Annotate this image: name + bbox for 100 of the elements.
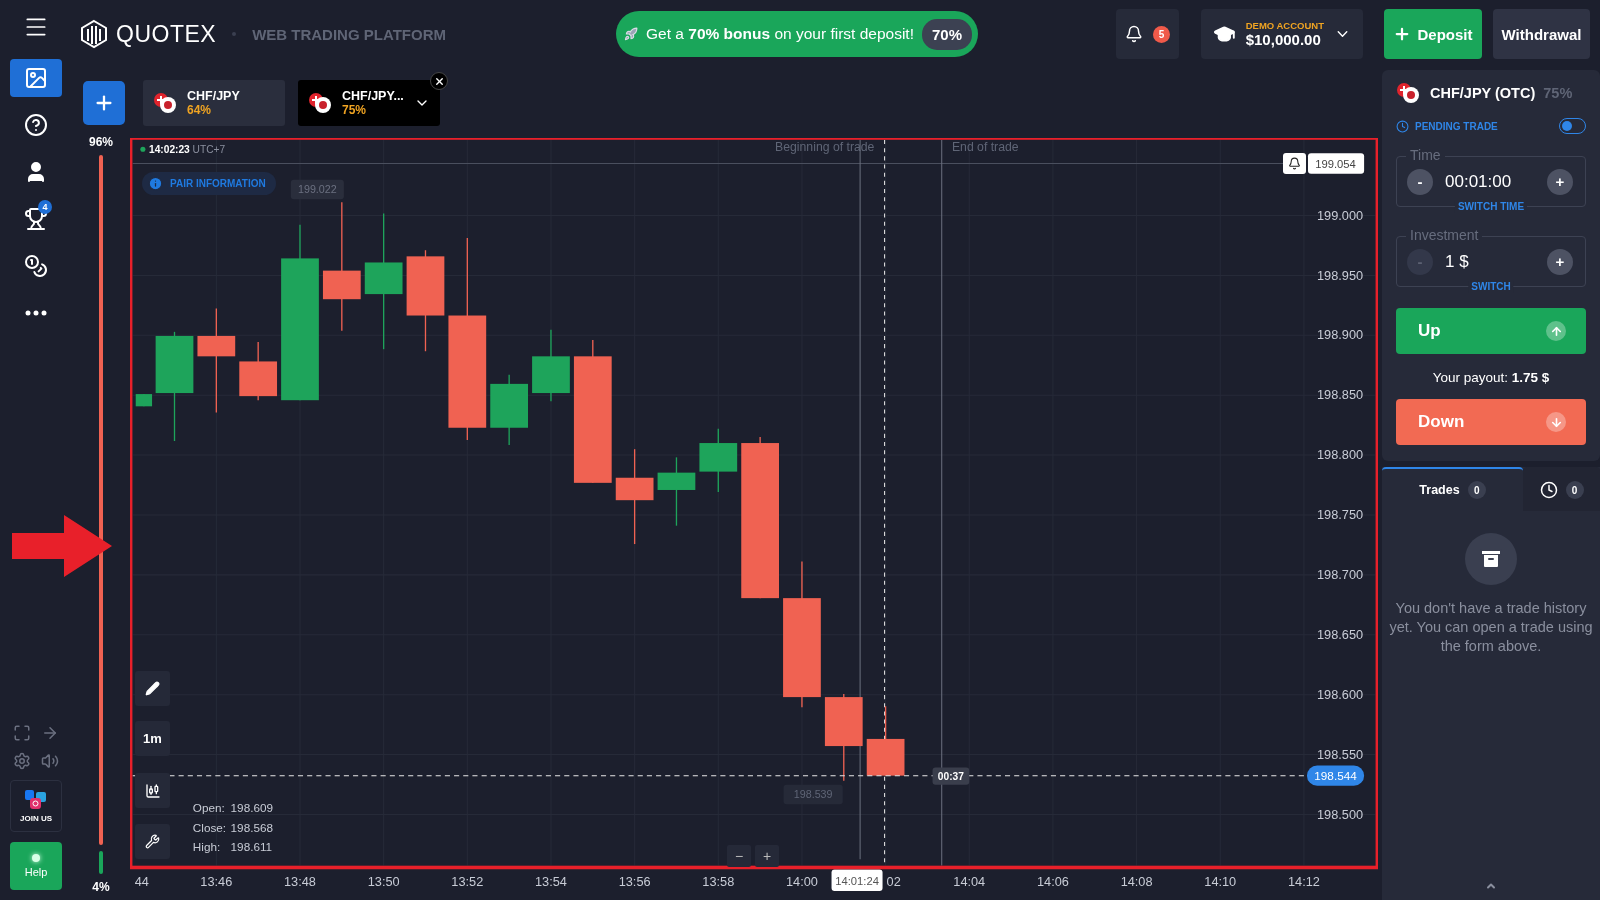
candlestick-icon	[144, 782, 161, 799]
speaker-icon[interactable]	[41, 752, 59, 770]
y-axis-label: 198.850	[1317, 387, 1364, 403]
field-value: 1 $	[1445, 251, 1470, 272]
ohlc-label: Close:	[192, 820, 227, 834]
plus-button[interactable]: +	[1547, 248, 1573, 275]
ohlc-value: 198.568	[230, 820, 273, 834]
count-badge: 5	[1153, 25, 1170, 43]
x-axis-label: 14:06	[1037, 873, 1069, 889]
settings-icon[interactable]	[13, 752, 31, 770]
account-selector[interactable]: DEMO ACCOUNT $10,000.00	[1201, 9, 1363, 59]
promo-banner[interactable]: Get a 70% bonus on your first deposit! 70%	[616, 11, 978, 57]
x-axis-label: 14:00	[786, 873, 818, 889]
help-icon	[24, 113, 48, 137]
trade-end-label: End of trade	[951, 140, 1019, 155]
empty-message: You don't have a trade history yet. You can open a trade using the form above.	[1388, 599, 1594, 657]
live-dot-icon	[140, 146, 146, 152]
flag-icon	[1396, 82, 1422, 104]
y-axis-label: 198.750	[1317, 507, 1364, 523]
clock-icon	[1539, 481, 1558, 499]
arrow-up-icon	[1546, 321, 1566, 341]
flag-icon	[153, 92, 179, 114]
ohlc-value: 198.609	[230, 801, 273, 815]
ohlc-value: 198.611	[230, 840, 273, 854]
candle	[657, 456, 696, 527]
account-balance: $10,000.00	[1245, 31, 1321, 48]
y-axis-label: 198.600	[1317, 686, 1364, 702]
price-label: 199.022	[290, 179, 344, 200]
count-badge: 0	[1467, 481, 1486, 499]
social-icons-drawing	[24, 789, 48, 811]
nav-button[interactable]: 4	[10, 200, 62, 238]
bell-icon	[1288, 157, 1301, 170]
trades-tab[interactable]: 0	[1523, 467, 1600, 511]
y-axis-label: 199.000	[1317, 207, 1364, 223]
switch-link[interactable]: SWITCH	[1468, 281, 1514, 293]
payout-percent: 75%	[1543, 85, 1573, 101]
logo-icon	[80, 19, 108, 49]
y-axis-label: 198.900	[1317, 327, 1364, 343]
pencil-icon	[145, 681, 160, 696]
zoom-button[interactable]: +	[755, 845, 779, 867]
chart-clock: 14:02:23 UTC+7	[149, 144, 226, 156]
platform-subtitle: WEB TRADING PLATFORM	[252, 25, 446, 43]
plus-button[interactable]: +	[1547, 168, 1573, 195]
chart-type-button[interactable]	[135, 773, 170, 808]
asset-tab[interactable]: CHF/JPY 64%	[143, 80, 285, 126]
asset-tab[interactable]: CHF/JPY... 75%	[298, 80, 440, 126]
x-axis-label: 44	[134, 873, 149, 889]
payout-text: Your payout: 1.75 $	[1431, 370, 1551, 385]
draw-button[interactable]	[135, 671, 170, 706]
switch-link[interactable]: SWITCH TIME	[1454, 201, 1528, 213]
withdrawal-button[interactable]: Withdrawal	[1493, 9, 1590, 59]
bonus-badge: 70%	[921, 18, 972, 50]
y-axis-label: 198.650	[1317, 626, 1364, 642]
tools-button[interactable]	[135, 824, 170, 859]
alert-button[interactable]	[1283, 153, 1306, 174]
ohlc-label: Open:	[192, 801, 225, 815]
info-icon	[148, 176, 163, 191]
y-axis-label: 198.500	[1317, 806, 1364, 822]
candle	[239, 341, 278, 401]
flag-icon	[308, 92, 334, 114]
more-icon	[25, 310, 47, 316]
price-label: 199.054	[1308, 153, 1365, 174]
x-axis-label: 02	[886, 873, 901, 889]
join-us-button[interactable]: JOIN US	[10, 780, 62, 832]
y-axis-label: 198.550	[1317, 746, 1364, 762]
y-axis-label: 198.700	[1317, 566, 1364, 582]
y-axis-label: 198.800	[1317, 447, 1364, 463]
account-type: DEMO ACCOUNT	[1245, 20, 1324, 31]
up-percentage: 96%	[89, 135, 113, 149]
price-label: 198.539	[783, 784, 843, 805]
x-axis-label: 13:48	[284, 873, 316, 889]
x-axis-label: 14:12	[1287, 873, 1320, 889]
x-axis-label: 13:50	[367, 873, 400, 889]
trade-start-label: Beginning of trade	[775, 140, 875, 155]
clock-icon	[1396, 119, 1409, 133]
count-badge: 4	[38, 200, 52, 214]
picture-icon	[24, 66, 48, 90]
zoom-button[interactable]: −	[727, 845, 751, 867]
count-badge: 0	[1565, 481, 1584, 499]
arrow-icon	[12, 515, 112, 577]
minus-button[interactable]: -	[1407, 168, 1433, 195]
y-axis-label: 198.950	[1317, 267, 1364, 283]
x-axis-label: 14:10	[1204, 873, 1237, 889]
x-axis-label: 13:52	[451, 873, 484, 889]
asset-name: CHF/JPY (OTC)	[1430, 85, 1536, 101]
current-price-label: 198.544	[1306, 765, 1365, 786]
add-asset-button[interactable]	[83, 81, 125, 125]
brand-name: QUOTEX	[116, 20, 217, 48]
close-button[interactable]	[430, 72, 448, 90]
arrow-down-icon	[1546, 412, 1566, 432]
arrow-right-icon[interactable]	[41, 724, 59, 742]
candle	[135, 393, 153, 407]
candle	[866, 705, 905, 777]
coins-icon	[24, 254, 48, 278]
countdown-label: 00:37	[932, 767, 970, 785]
x-axis-label: 13:58	[702, 873, 735, 889]
timeframe-button[interactable]: 1m	[135, 721, 170, 756]
fullscreen-icon[interactable]	[13, 724, 31, 742]
candle	[490, 374, 528, 446]
x-axis-label: 14:08	[1120, 873, 1153, 889]
